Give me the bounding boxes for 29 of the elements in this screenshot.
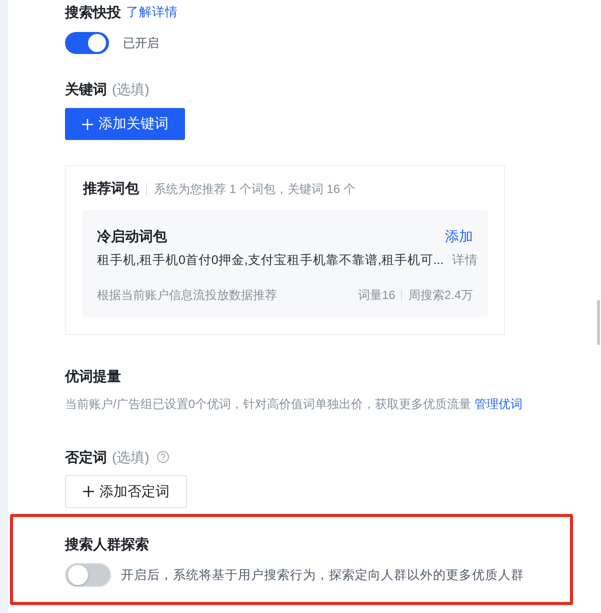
pack-source: 根据当前账户信息流投放数据推荐 [97,286,277,304]
toggle-description: 开启后，系统将基于用户搜索行为，探索定向人群以外的更多优质人群 [121,566,524,584]
optional-hint: (选填) [112,80,150,99]
pack-name: 冷启动词包 [97,228,167,246]
help-icon [157,451,170,463]
toggle-switch[interactable] [65,563,111,587]
section-title: 搜索快投 [65,3,121,22]
manage-link[interactable]: 管理优词 [474,397,522,411]
section-title: 搜索人群探索 [65,535,149,554]
section-title: 关键词 [65,80,107,99]
toggle-status: 已开启 [123,34,159,52]
section-title: 否定词 [65,448,107,467]
section-description: 当前账户/广告组已设置0个优词，针对高价值词单独出价，获取更多优质流量 管理优词 [65,396,524,413]
add-link[interactable]: 添加 [445,228,473,246]
weekly-searches: 周搜索2.4万 [408,286,473,304]
plus-icon [82,118,92,130]
section-title: 优词提量 [65,367,121,386]
details-link[interactable]: 详情 [452,252,478,268]
recommendation-summary: 系统为您推荐 1 个词包，关键词 16 个 [154,180,356,198]
plus-icon [82,486,94,497]
scrollbar-thumb[interactable] [597,300,600,345]
add-negative-word-button[interactable]: 添加否定词 [65,475,187,508]
toggle-switch[interactable] [65,32,109,54]
word-count: 词量16 [358,286,396,304]
panel-title: 推荐词包 [83,180,139,198]
details-link[interactable]: 了解详情 [126,4,178,20]
add-keyword-button[interactable]: 添加关键词 [65,108,185,140]
optional-hint: (选填) [112,448,150,467]
pack-keywords: 租手机,租手机0首付0押金,支付宝租手机靠不靠谱,租手机可... [97,252,444,268]
